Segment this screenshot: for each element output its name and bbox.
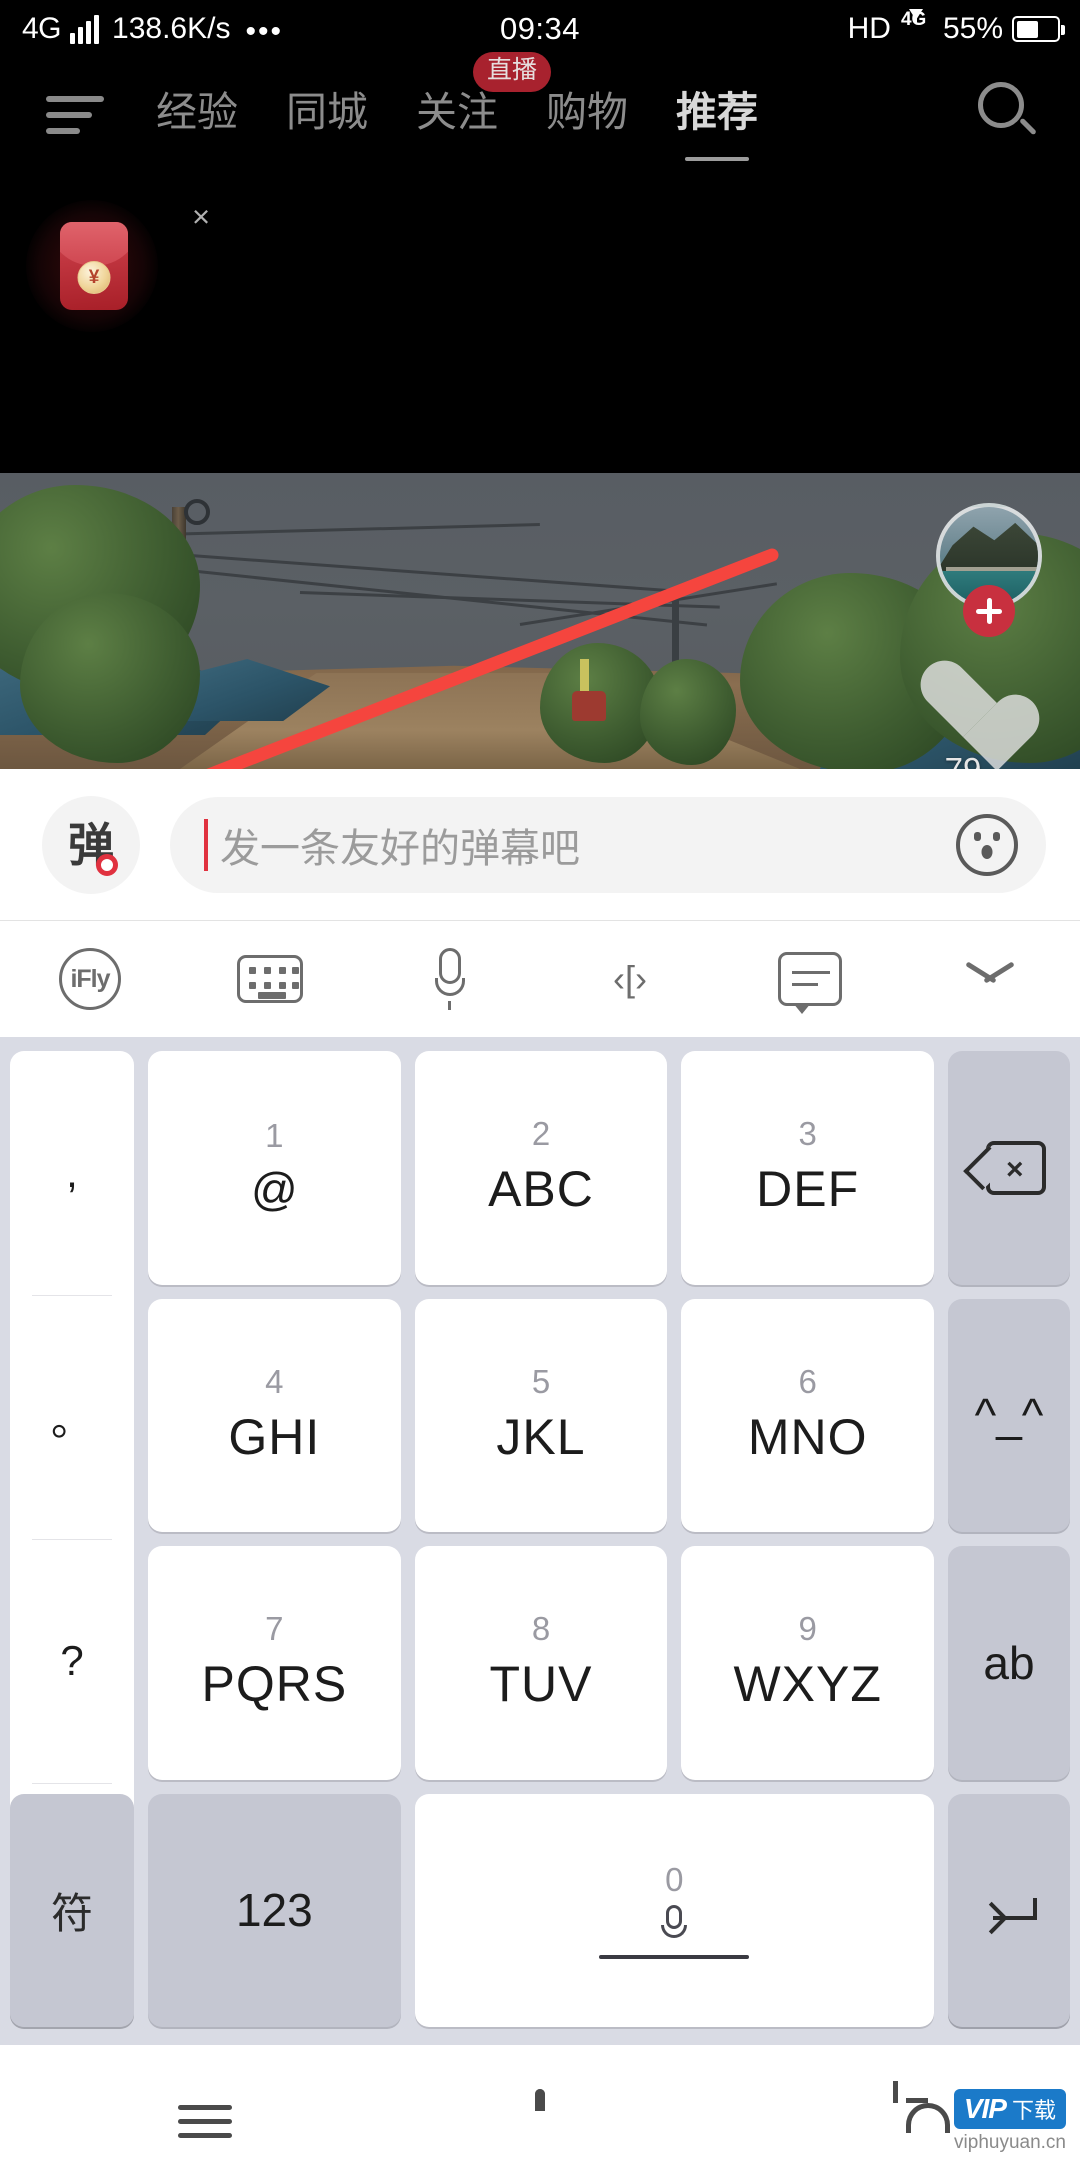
key-symbols[interactable]: 符 bbox=[10, 1793, 134, 2027]
search-input[interactable]: 发一条友好的弹幕吧 bbox=[170, 796, 1046, 893]
backspace-icon[interactable]: × bbox=[948, 1051, 1070, 1285]
video-player[interactable]: 79 bbox=[0, 473, 1080, 769]
status-bar-right: HD 4G 55% bbox=[847, 9, 1065, 47]
tab-guanzhu[interactable]: 关注 直播 bbox=[392, 52, 552, 135]
keyboard-toolbar: iFly ‹[› bbox=[0, 921, 1080, 1037]
chat-bubble-icon[interactable] bbox=[765, 934, 855, 1024]
ime-logo-icon[interactable]: iFly bbox=[45, 934, 135, 1024]
danmu-indicator-dot bbox=[96, 853, 118, 876]
key-6[interactable]: 6 MNO bbox=[681, 1298, 934, 1532]
android-navigation-bar bbox=[0, 2045, 1080, 2160]
close-icon[interactable]: × bbox=[184, 200, 218, 234]
red-packet-widget: ¥ × bbox=[18, 200, 238, 332]
key-space[interactable]: 0 bbox=[414, 1793, 934, 2027]
key-9[interactable]: 9 WXYZ bbox=[681, 1546, 934, 1780]
tab-tongcheng[interactable]: 同城 bbox=[262, 90, 392, 135]
key-1[interactable]: 1 @ bbox=[148, 1051, 401, 1285]
microphone-icon bbox=[661, 1905, 688, 1947]
key-emoticon[interactable]: ^_^ bbox=[948, 1298, 1070, 1532]
live-badge: 直播 bbox=[473, 52, 552, 92]
home-icon[interactable] bbox=[534, 2088, 545, 2112]
tree bbox=[20, 593, 200, 763]
phone-screen: 4G 138.6K/s ••• 09:34 HD 4G 55% 经验 同城 关注… bbox=[0, 0, 1080, 2160]
battery-icon bbox=[1012, 16, 1065, 42]
t9-keyboard: , 。 ? ! 1 @ 2 ABC 3 DEF × bbox=[0, 1037, 1080, 2045]
active-tab-indicator bbox=[685, 156, 749, 161]
text-caret bbox=[204, 818, 208, 871]
input-placeholder: 发一条友好的弹幕吧 bbox=[220, 826, 580, 871]
like-group[interactable]: 79 bbox=[908, 663, 1018, 769]
hamburger-icon[interactable] bbox=[46, 90, 108, 136]
red-envelope-icon[interactable]: ¥ bbox=[60, 222, 128, 310]
keyboard-icon[interactable] bbox=[225, 934, 315, 1024]
author-avatar-group[interactable] bbox=[936, 503, 1042, 643]
watermark-badge: VIP 下载 bbox=[953, 2089, 1066, 2129]
comment-input-bar: 弹 发一条友好的弹幕吧 bbox=[0, 769, 1080, 921]
key-question[interactable]: ? bbox=[10, 1539, 134, 1783]
status-bar: 4G 138.6K/s ••• 09:34 HD 4G 55% bbox=[0, 0, 1080, 58]
key-7[interactable]: 7 PQRS bbox=[148, 1546, 401, 1780]
text-cursor-icon[interactable]: ‹[› bbox=[585, 934, 675, 1024]
key-2[interactable]: 2 ABC bbox=[414, 1051, 668, 1285]
key-4[interactable]: 4 GHI bbox=[148, 1298, 401, 1532]
key-comma[interactable]: , bbox=[10, 1051, 134, 1295]
heart-icon[interactable] bbox=[916, 663, 1010, 749]
chevron-down-icon[interactable] bbox=[945, 934, 1035, 1024]
hd-label: HD bbox=[847, 12, 891, 45]
microphone-icon[interactable] bbox=[405, 934, 495, 1024]
tree bbox=[640, 659, 736, 765]
emoji-face-icon[interactable] bbox=[956, 813, 1018, 876]
battery-percent-label: 55% bbox=[942, 12, 1003, 45]
danmu-toggle-button[interactable]: 弹 bbox=[42, 795, 140, 894]
top-navigation: 经验 同城 关注 直播 购物 推荐 bbox=[0, 52, 1080, 168]
key-8[interactable]: 8 TUV bbox=[414, 1546, 668, 1780]
volte-icon: 4G bbox=[900, 9, 927, 30]
follow-button[interactable] bbox=[963, 585, 1015, 637]
tab-bar: 经验 同城 关注 直播 购物 推荐 bbox=[132, 52, 782, 161]
key-numeric[interactable]: 123 bbox=[148, 1793, 401, 2027]
key-ab[interactable]: ab bbox=[948, 1546, 1070, 1780]
coin-icon: ¥ bbox=[77, 261, 111, 294]
enter-icon bbox=[981, 1890, 1037, 1936]
tab-jingyan[interactable]: 经验 bbox=[132, 90, 262, 135]
key-5[interactable]: 5 JKL bbox=[414, 1298, 668, 1532]
key-3[interactable]: 3 DEF bbox=[681, 1051, 934, 1285]
key-period[interactable]: 。 bbox=[10, 1295, 134, 1539]
watermark: VIP 下载 viphuyuan.cn bbox=[953, 2089, 1066, 2154]
tab-gouwu[interactable]: 购物 bbox=[522, 90, 652, 135]
search-icon[interactable] bbox=[978, 82, 1040, 144]
key-enter[interactable] bbox=[948, 1799, 1070, 2027]
insulator bbox=[184, 499, 210, 525]
tab-tuijian[interactable]: 推荐 bbox=[652, 90, 782, 161]
parked-vehicle bbox=[572, 691, 606, 721]
watermark-url: viphuyuan.cn bbox=[954, 2132, 1066, 2153]
